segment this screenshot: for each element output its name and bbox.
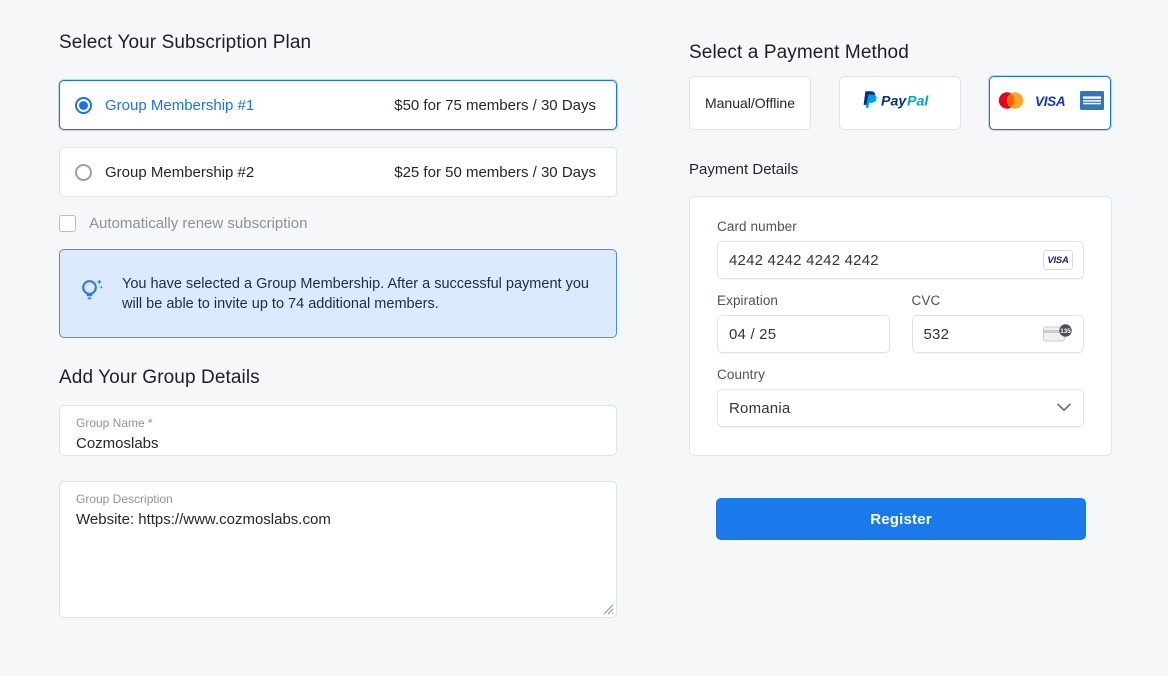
auto-renew-label: Automatically renew subscription bbox=[89, 214, 308, 232]
mastercard-icon bbox=[996, 91, 1026, 115]
radio-plan-1[interactable] bbox=[75, 96, 92, 114]
amex-icon bbox=[1080, 91, 1104, 115]
page-title-payment-method: Select a Payment Method bbox=[689, 42, 909, 63]
cvc-input[interactable]: 532 135 bbox=[911, 315, 1084, 353]
expiry-cvc-row: Expiration 04 / 25 CVC 532 135 bbox=[717, 293, 1084, 353]
group-name-value: Cozmoslabs bbox=[76, 435, 159, 452]
lightbulb-icon bbox=[79, 277, 105, 310]
registration-page: Select Your Subscription Plan Group Memb… bbox=[0, 0, 1168, 676]
svg-text:Pay: Pay bbox=[881, 93, 907, 109]
card-number-input[interactable]: 4242 4242 4242 4242 VISA bbox=[717, 241, 1084, 279]
card-number-value: 4242 4242 4242 4242 bbox=[729, 251, 879, 269]
svg-text:VISA: VISA bbox=[1035, 94, 1065, 108]
register-button[interactable]: Register bbox=[716, 498, 1086, 540]
plan-1-name: Group Membership #1 bbox=[105, 96, 255, 114]
group-description-field[interactable]: Group Description Website: https://www.c… bbox=[59, 481, 617, 618]
group-membership-notice: You have selected a Group Membership. Af… bbox=[59, 249, 617, 338]
resize-handle-icon[interactable] bbox=[600, 601, 614, 615]
card-number-label: Card number bbox=[717, 219, 797, 234]
expiration-value: 04 / 25 bbox=[729, 325, 777, 343]
payment-method-manual[interactable]: Manual/Offline bbox=[689, 76, 811, 130]
cvc-label: CVC bbox=[911, 293, 941, 308]
paypal-logo-icon: Pay Pal bbox=[862, 90, 938, 116]
auto-renew-checkbox[interactable] bbox=[59, 214, 76, 232]
payment-method-paypal[interactable]: Pay Pal bbox=[839, 76, 961, 130]
chevron-down-icon[interactable] bbox=[1057, 399, 1071, 417]
plan-list: Group Membership #1 $50 for 75 members /… bbox=[59, 80, 617, 214]
plan-2-price: $25 for 50 members / 30 Days bbox=[394, 163, 596, 181]
group-name-field[interactable]: Group Name * Cozmoslabs bbox=[59, 405, 617, 456]
visa-icon: VISA bbox=[1043, 250, 1073, 270]
expiration-label: Expiration bbox=[717, 293, 779, 308]
notice-text: You have selected a Group Membership. Af… bbox=[122, 275, 589, 312]
country-select[interactable]: Romania bbox=[717, 389, 1084, 427]
plan-option-2[interactable]: Group Membership #2 $25 for 50 members /… bbox=[59, 147, 617, 197]
svg-text:Pal: Pal bbox=[907, 93, 929, 109]
cvc-card-icon: 135 bbox=[1043, 324, 1073, 344]
page-title-subscription: Select Your Subscription Plan bbox=[59, 32, 312, 53]
group-description-value: Website: https://www.cozmoslabs.com bbox=[76, 511, 331, 528]
visa-icon: VISA bbox=[1035, 94, 1071, 113]
country-row: Country Romania bbox=[717, 367, 1084, 427]
payment-method-manual-label: Manual/Offline bbox=[704, 95, 795, 111]
cvc-value: 532 bbox=[923, 325, 950, 343]
payment-method-card[interactable]: VISA bbox=[989, 76, 1111, 130]
plan-1-price: $50 for 75 members / 30 Days bbox=[394, 96, 596, 114]
auto-renew-row[interactable]: Automatically renew subscription bbox=[59, 212, 307, 234]
expiration-input[interactable]: 04 / 25 bbox=[717, 315, 890, 353]
group-description-label: Group Description bbox=[76, 492, 173, 506]
page-title-group-details: Add Your Group Details bbox=[59, 367, 260, 388]
card-details-panel: Card number 4242 4242 4242 4242 VISA Exp… bbox=[689, 196, 1112, 456]
plan-option-1[interactable]: Group Membership #1 $50 for 75 members /… bbox=[59, 80, 617, 130]
country-label: Country bbox=[717, 367, 765, 382]
card-brand-badge: VISA bbox=[1043, 250, 1073, 270]
country-value: Romania bbox=[729, 399, 791, 417]
plan-2-name: Group Membership #2 bbox=[105, 163, 255, 181]
payment-method-options: Manual/Offline Pay Pal VISA bbox=[689, 76, 1111, 130]
radio-plan-2[interactable] bbox=[75, 163, 92, 181]
group-name-label: Group Name * bbox=[76, 416, 153, 430]
svg-text:135: 135 bbox=[1060, 328, 1071, 335]
payment-details-title: Payment Details bbox=[689, 161, 799, 178]
